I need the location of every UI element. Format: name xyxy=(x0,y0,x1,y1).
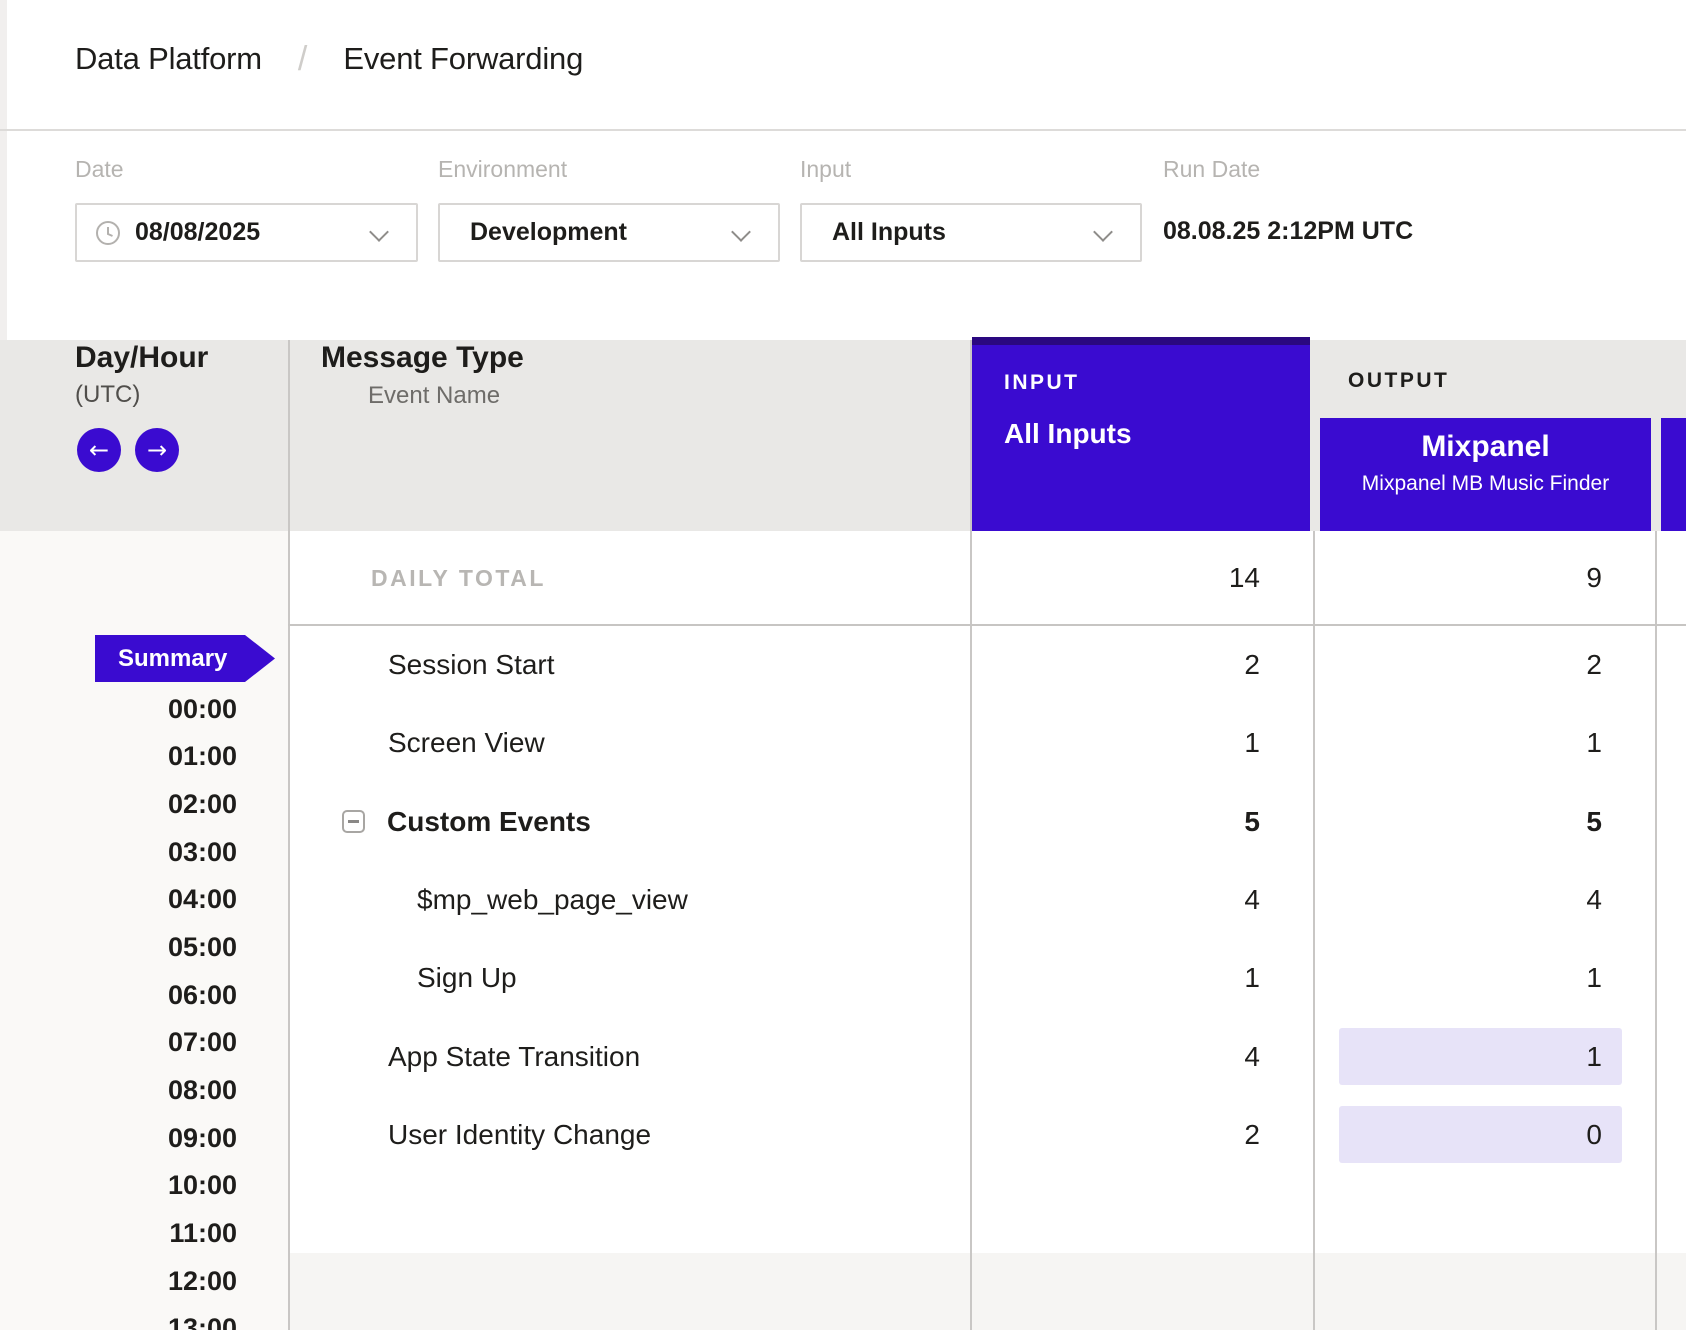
mixpanel-column-title: Mixpanel xyxy=(1320,430,1651,464)
hour-row[interactable]: 11:00 xyxy=(0,1210,237,1258)
row-input-value: 2 xyxy=(1060,626,1260,704)
hour-row[interactable]: 05:00 xyxy=(0,924,237,972)
row-input-value: 5 xyxy=(1060,783,1260,861)
table-row: User Identity Change 2 0 xyxy=(0,1096,1686,1174)
table-row: Sign Up 1 1 xyxy=(0,939,1686,1017)
row-output-value: 4 xyxy=(1402,861,1602,939)
daily-total-input-value: 14 xyxy=(1060,531,1260,625)
breadcrumb-section[interactable]: Data Platform xyxy=(75,41,262,77)
input-group-label: INPUT xyxy=(1004,372,1310,394)
row-output-value-highlighted: 1 xyxy=(1339,1028,1622,1085)
chevron-down-icon xyxy=(731,222,751,242)
row-input-value: 1 xyxy=(1060,704,1260,782)
environment-filter-label: Environment xyxy=(438,156,567,183)
run-date-value: 08.08.25 2:12PM UTC xyxy=(1163,217,1413,246)
hour-row[interactable]: 10:00 xyxy=(0,1162,237,1210)
row-output-value: 1 xyxy=(1402,704,1602,782)
hour-row[interactable]: 06:00 xyxy=(0,972,237,1020)
chevron-down-icon xyxy=(1093,222,1113,242)
row-output-value-highlighted: 0 xyxy=(1339,1106,1622,1163)
input-column-title: All Inputs xyxy=(1004,419,1310,449)
daily-total-label: DAILY TOTAL xyxy=(371,531,546,625)
day-hour-header: Day/Hour xyxy=(75,341,208,375)
hour-row[interactable]: 09:00 xyxy=(0,1115,237,1163)
timezone-label: (UTC) xyxy=(75,381,140,409)
breadcrumb: Data Platform / Event Forwarding xyxy=(75,36,583,82)
page-title: Event Forwarding xyxy=(343,41,583,77)
breadcrumb-separator: / xyxy=(298,40,307,79)
row-output-value: 2 xyxy=(1402,626,1602,704)
mixpanel-column-subtitle: Mixpanel MB Music Finder xyxy=(1320,471,1651,497)
run-date-label: Run Date xyxy=(1163,156,1260,183)
hours-list: 00:00 01:00 02:00 03:00 04:00 05:00 06:0… xyxy=(0,686,237,1330)
daily-total-output-value: 9 xyxy=(1402,531,1602,625)
next-output-column-header xyxy=(1661,418,1686,531)
hour-row[interactable]: 04:00 xyxy=(0,876,237,924)
row-output-value: 1 xyxy=(1402,939,1602,1017)
environment-value: Development xyxy=(470,218,627,247)
table-row: Screen View 1 1 xyxy=(0,704,1686,782)
input-value: All Inputs xyxy=(832,218,946,247)
message-type-header: Message Type xyxy=(321,341,524,375)
table-row: App State Transition 4 1 xyxy=(0,1018,1686,1096)
input-dropdown[interactable]: All Inputs xyxy=(800,203,1142,262)
arrow-left-icon: ← xyxy=(89,438,109,462)
row-input-value: 1 xyxy=(1060,939,1260,1017)
hour-row[interactable]: 01:00 xyxy=(0,733,237,781)
daily-total-row: DAILY TOTAL 14 9 xyxy=(0,531,1686,625)
table-footer-area xyxy=(288,1253,1686,1330)
row-label: Screen View xyxy=(388,704,545,782)
table-row-group: Custom Events 5 5 xyxy=(0,783,1686,861)
hour-row[interactable]: 00:00 xyxy=(0,686,237,734)
mixpanel-column-header: Mixpanel Mixpanel MB Music Finder xyxy=(1320,418,1651,531)
date-filter-label: Date xyxy=(75,156,124,183)
arrow-right-icon: → xyxy=(147,438,167,462)
environment-dropdown[interactable]: Development xyxy=(438,203,780,262)
previous-day-button[interactable]: ← xyxy=(77,428,121,472)
hour-row[interactable]: 07:00 xyxy=(0,1019,237,1067)
output-group-label: OUTPUT xyxy=(1348,369,1449,393)
header-divider xyxy=(0,129,1686,131)
hour-row[interactable]: 02:00 xyxy=(0,781,237,829)
row-input-value: 4 xyxy=(1060,1018,1260,1096)
hour-row[interactable]: 08:00 xyxy=(0,1067,237,1115)
table-row: $mp_web_page_view 4 4 xyxy=(0,861,1686,939)
event-name-subheader: Event Name xyxy=(368,382,500,410)
row-label: Sign Up xyxy=(417,939,517,1017)
hour-row[interactable]: 03:00 xyxy=(0,829,237,877)
row-label: User Identity Change xyxy=(388,1096,651,1174)
row-input-value: 2 xyxy=(1060,1096,1260,1174)
date-dropdown[interactable]: 08/08/2025 xyxy=(75,203,418,262)
row-label: Custom Events xyxy=(387,783,591,861)
row-output-value: 5 xyxy=(1402,783,1602,861)
date-value: 08/08/2025 xyxy=(135,218,260,247)
input-filter-label: Input xyxy=(800,156,851,183)
hour-row[interactable]: 13:00 xyxy=(0,1305,237,1330)
row-label: Session Start xyxy=(388,626,555,704)
row-label: $mp_web_page_view xyxy=(417,861,688,939)
collapse-group-icon[interactable] xyxy=(342,810,365,833)
event-forwarding-page: Data Platform / Event Forwarding Date En… xyxy=(0,0,1686,1330)
row-label: App State Transition xyxy=(388,1018,640,1096)
input-column-header: INPUT All Inputs xyxy=(972,337,1310,531)
summary-tab[interactable]: Summary xyxy=(95,635,275,682)
chevron-down-icon xyxy=(369,222,389,242)
next-day-button[interactable]: → xyxy=(135,428,179,472)
row-input-value: 4 xyxy=(1060,861,1260,939)
hour-row[interactable]: 12:00 xyxy=(0,1258,237,1306)
clock-icon xyxy=(95,220,121,246)
